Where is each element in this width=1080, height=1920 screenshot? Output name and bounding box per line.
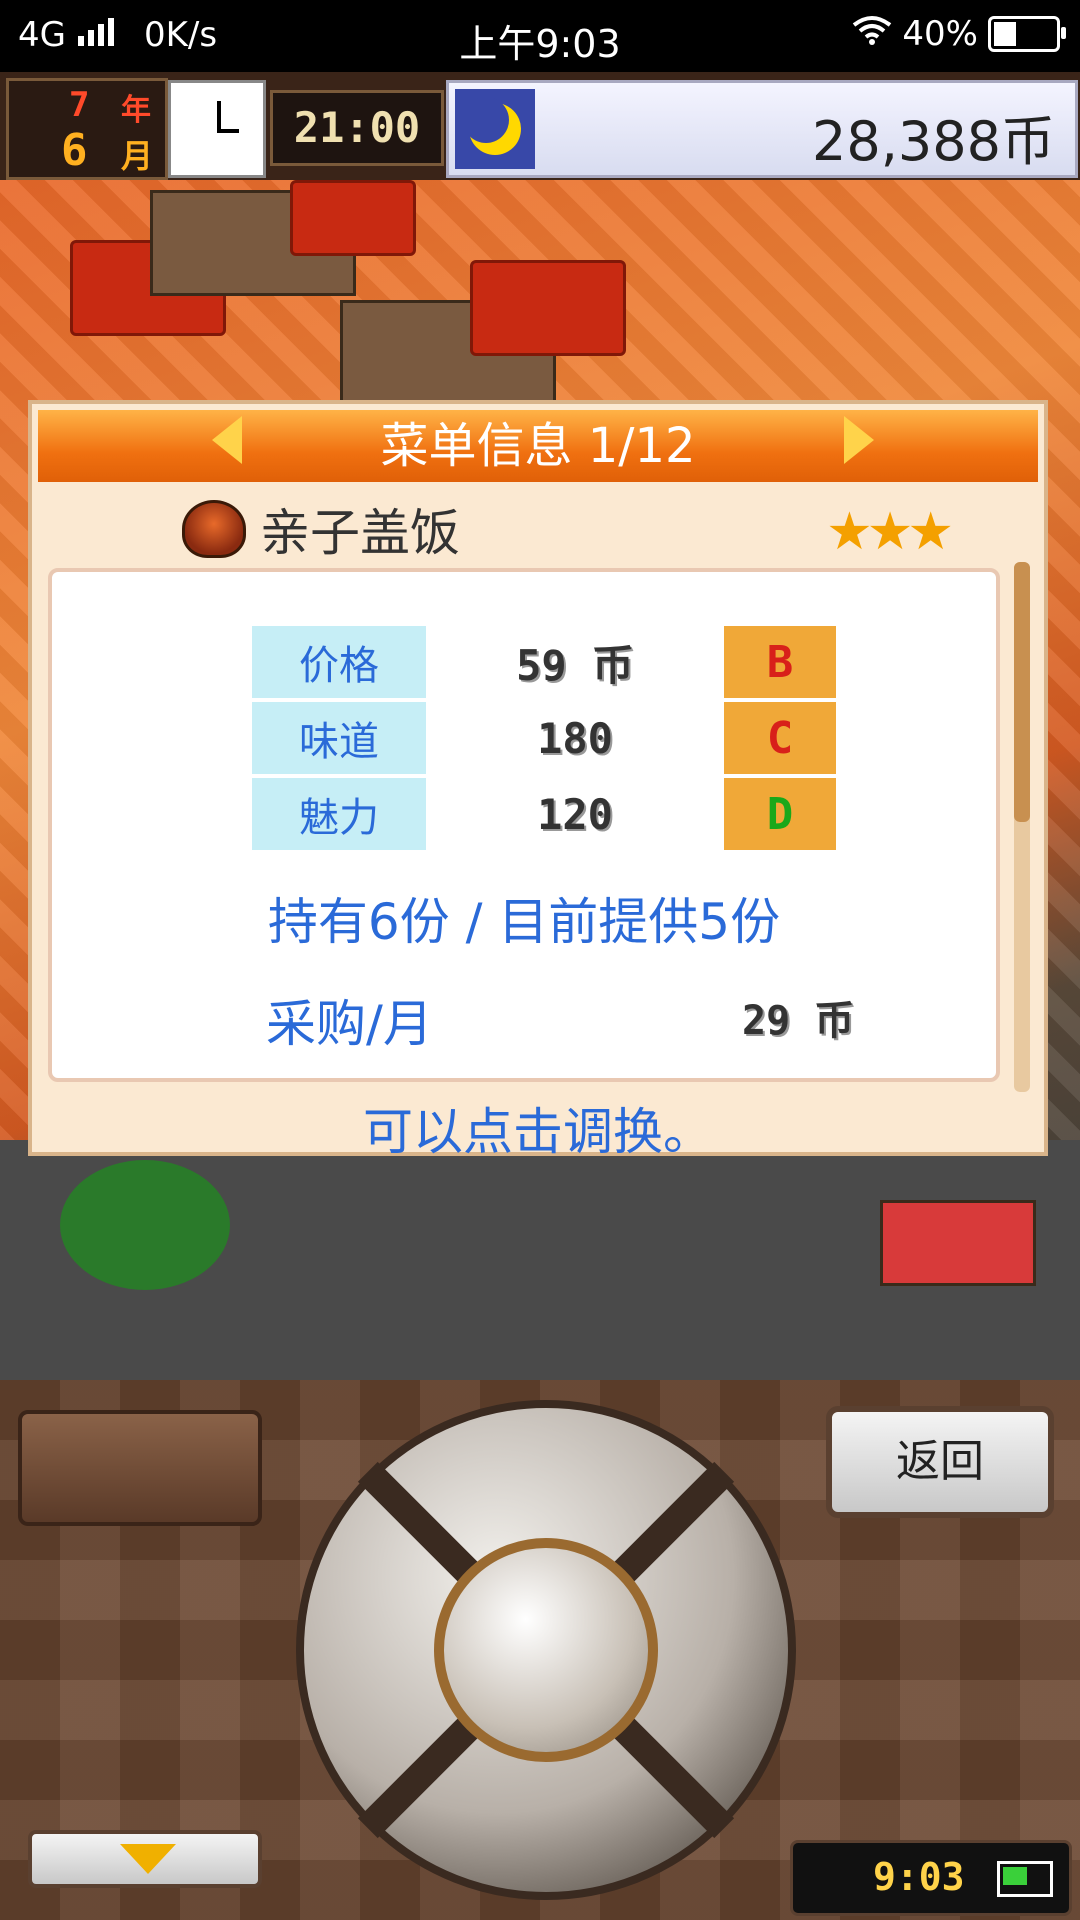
stat-value: 180 — [430, 702, 720, 774]
sofa — [470, 260, 626, 356]
rice-bowl-icon — [182, 500, 246, 558]
stat-value: 59 币 — [430, 626, 720, 698]
scroll-thumb[interactable] — [1014, 562, 1030, 822]
menu-button[interactable] — [18, 1410, 262, 1526]
dish-name: 亲子盖饭 — [260, 504, 460, 562]
dpad[interactable] — [296, 1400, 796, 1900]
game-hud: 7 年 6 月 21:00 28,388币 — [0, 72, 1080, 180]
money-display: 28,388币 — [446, 80, 1078, 178]
year-value: 7 — [69, 85, 90, 125]
mini-clock: 9:03 — [790, 1840, 1072, 1916]
dish-info-panel[interactable]: 价格 59 币 B 味道 180 C 魅力 120 D 持有6份 / 目前提供5… — [48, 568, 1000, 1082]
next-arrow-icon[interactable] — [844, 416, 874, 464]
mini-clock-time: 9:03 — [873, 1855, 965, 1899]
status-bar: 4G 0K/s 上午9:03 40% — [0, 0, 1080, 72]
table — [880, 1200, 1036, 1286]
hint-text: 可以点击调换。 — [363, 1103, 713, 1161]
scrollbar[interactable] — [1014, 562, 1030, 1092]
game-time: 21:00 — [270, 90, 444, 166]
sofa — [290, 180, 416, 256]
down-button[interactable] — [28, 1830, 262, 1888]
moon-icon — [455, 89, 535, 169]
table-row: 味道 180 C — [252, 702, 836, 774]
controller-panel: 返回 9:03 — [0, 1380, 1080, 1920]
purchase-value: 29 币 — [742, 998, 855, 1044]
stat-label: 味道 — [252, 702, 426, 774]
money-value: 28,388币 — [812, 110, 1055, 173]
star-rating: ★★★ — [826, 502, 954, 562]
date-display: 7 年 6 月 — [6, 78, 168, 180]
dialog-header: 菜单信息 1/12 — [38, 410, 1038, 482]
stock-text: 持有6份 / 目前提供5份 — [267, 893, 781, 951]
stat-grade: C — [724, 702, 836, 774]
stat-label: 魅力 — [252, 778, 426, 850]
month-value: 6 — [61, 125, 88, 176]
battery-icon — [988, 16, 1066, 52]
down-arrow-icon — [120, 1844, 176, 1874]
stat-value: 120 — [430, 778, 720, 850]
purchase-label: 采购/月 — [266, 995, 433, 1053]
month-label: 月 — [121, 137, 154, 175]
prev-arrow-icon[interactable] — [212, 416, 242, 464]
tree — [60, 1160, 230, 1290]
clock-icon — [168, 80, 266, 178]
dialog-title: 菜单信息 1/12 — [380, 418, 696, 474]
table-row: 价格 59 币 B — [252, 626, 836, 698]
year-label: 年 — [121, 93, 151, 128]
dish-row: 亲子盖饭 — [182, 496, 460, 562]
menu-info-dialog[interactable]: 菜单信息 1/12 亲子盖饭 ★★★ 价格 59 币 B 味道 180 C 魅力… — [28, 400, 1048, 1161]
back-button[interactable]: 返回 — [826, 1406, 1054, 1518]
stat-label: 价格 — [252, 626, 426, 698]
wifi-icon — [852, 14, 892, 54]
table-row: 魅力 120 D — [252, 778, 836, 850]
stat-grade: B — [724, 626, 836, 698]
stat-grade: D — [724, 778, 836, 850]
battery-percent: 40% — [902, 14, 978, 54]
stats-table: 价格 59 币 B 味道 180 C 魅力 120 D — [248, 622, 840, 854]
battery-icon — [997, 1861, 1053, 1897]
dpad-center-button[interactable] — [434, 1538, 658, 1762]
